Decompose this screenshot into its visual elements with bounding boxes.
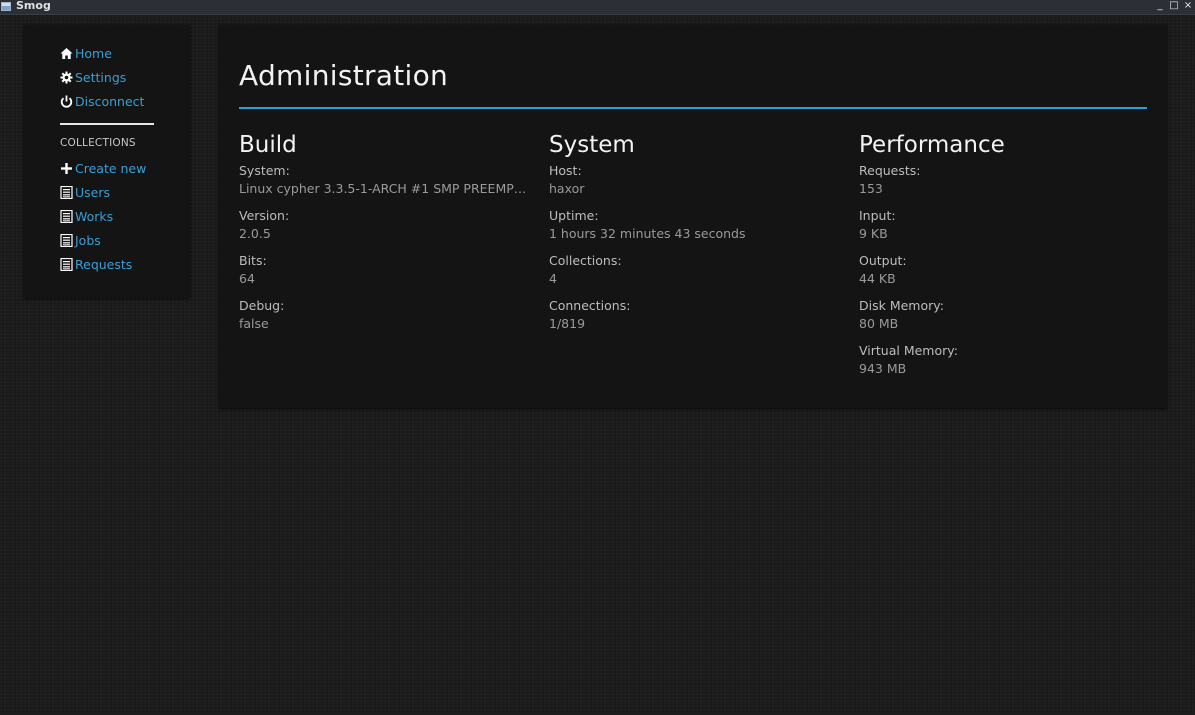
window-titlebar: Smog _ □ × bbox=[0, 0, 1195, 15]
field-label: Version: bbox=[239, 208, 290, 223]
field-uptime: Uptime: 1 hours 32 minutes 43 seconds bbox=[549, 207, 839, 243]
field-label: Uptime: bbox=[549, 208, 599, 223]
field-value: 4 bbox=[549, 271, 557, 286]
collection-jobs-link[interactable]: Jobs bbox=[60, 232, 101, 250]
list-icon bbox=[60, 233, 73, 248]
field-disk-memory: Disk Memory: 80 MB bbox=[859, 297, 1149, 333]
field-label: System: bbox=[239, 163, 290, 178]
minimize-button[interactable]: _ bbox=[1154, 0, 1166, 13]
field-connections: Connections: 1/819 bbox=[549, 297, 839, 333]
field-value: 153 bbox=[859, 181, 883, 196]
sidebar-divider bbox=[60, 123, 154, 125]
field-virtual-memory: Virtual Memory: 943 MB bbox=[859, 342, 1149, 378]
gear-icon bbox=[60, 71, 73, 85]
collection-requests-label: Requests bbox=[75, 257, 133, 272]
section-heading: System bbox=[549, 132, 635, 158]
field-value: Linux cypher 3.3.5-1-ARCH #1 SMP PREEMPT… bbox=[239, 181, 529, 196]
nav-home-link[interactable]: Home bbox=[60, 45, 112, 63]
nav-settings-link[interactable]: Settings bbox=[60, 69, 126, 87]
collection-users-label: Users bbox=[75, 185, 111, 200]
field-debug: Debug: false bbox=[239, 297, 529, 333]
field-collections: Collections: 4 bbox=[549, 252, 839, 288]
field-label: Bits: bbox=[239, 253, 267, 268]
collection-requests-link[interactable]: Requests bbox=[60, 256, 132, 274]
field-value: 943 MB bbox=[859, 361, 907, 376]
performance-section: Performance Requests: 153 Input: 9 KB Ou… bbox=[859, 130, 1149, 387]
field-value: 1/819 bbox=[549, 316, 586, 331]
field-label: Disk Memory: bbox=[859, 298, 944, 313]
maximize-button[interactable]: □ bbox=[1168, 0, 1180, 13]
field-input: Input: 9 KB bbox=[859, 207, 1149, 243]
collection-works-link[interactable]: Works bbox=[60, 208, 113, 226]
page-title: Administration bbox=[239, 59, 449, 92]
home-icon bbox=[60, 47, 73, 61]
field-system: System: Linux cypher 3.3.5-1-ARCH #1 SMP… bbox=[239, 162, 529, 198]
build-section: Build System: Linux cypher 3.3.5-1-ARCH … bbox=[239, 130, 529, 342]
collection-jobs-label: Jobs bbox=[75, 233, 101, 248]
nav-home-label: Home bbox=[75, 46, 112, 61]
main-panel: Administration Build System: Linux cyphe… bbox=[219, 25, 1167, 408]
field-host: Host: haxor bbox=[549, 162, 839, 198]
field-value: 9 KB bbox=[859, 226, 888, 241]
collection-works-label: Works bbox=[75, 209, 114, 224]
system-section: System Host: haxor Uptime: 1 hours 32 mi… bbox=[549, 130, 839, 342]
field-version: Version: 2.0.5 bbox=[239, 207, 529, 243]
field-value: 44 KB bbox=[859, 271, 896, 286]
collections-heading: COLLECTIONS bbox=[60, 137, 136, 149]
field-value: 64 bbox=[239, 271, 255, 286]
list-icon bbox=[60, 209, 73, 224]
field-value: 2.0.5 bbox=[239, 226, 271, 241]
create-new-link[interactable]: Create new bbox=[60, 160, 146, 178]
close-button[interactable]: × bbox=[1182, 0, 1194, 13]
app-icon bbox=[1, 2, 11, 11]
field-label: Host: bbox=[549, 163, 582, 178]
field-label: Virtual Memory: bbox=[859, 343, 958, 358]
field-label: Output: bbox=[859, 253, 907, 268]
field-value: haxor bbox=[549, 181, 585, 196]
sidebar: Home Settings Disconnect COLLECTIONS Cre… bbox=[24, 25, 190, 298]
list-icon bbox=[60, 257, 73, 272]
title-underline bbox=[239, 107, 1147, 109]
nav-disconnect-link[interactable]: Disconnect bbox=[60, 93, 144, 111]
field-label: Input: bbox=[859, 208, 896, 223]
section-heading: Performance bbox=[859, 132, 1005, 158]
field-label: Collections: bbox=[549, 253, 622, 268]
field-value: 1 hours 32 minutes 43 seconds bbox=[549, 226, 746, 241]
field-bits: Bits: 64 bbox=[239, 252, 529, 288]
plus-icon bbox=[60, 162, 73, 176]
nav-disconnect-label: Disconnect bbox=[75, 94, 145, 109]
collection-users-link[interactable]: Users bbox=[60, 184, 110, 202]
field-label: Requests: bbox=[859, 163, 921, 178]
section-heading: Build bbox=[239, 132, 297, 158]
field-label: Debug: bbox=[239, 298, 285, 313]
power-icon bbox=[60, 95, 73, 109]
create-new-label: Create new bbox=[75, 161, 147, 176]
field-output: Output: 44 KB bbox=[859, 252, 1149, 288]
list-icon bbox=[60, 185, 73, 200]
field-label: Connections: bbox=[549, 298, 631, 313]
field-value: 80 MB bbox=[859, 316, 899, 331]
window-title: Smog bbox=[16, 0, 51, 12]
field-value: false bbox=[239, 316, 269, 331]
nav-settings-label: Settings bbox=[75, 70, 127, 85]
field-requests: Requests: 153 bbox=[859, 162, 1149, 198]
